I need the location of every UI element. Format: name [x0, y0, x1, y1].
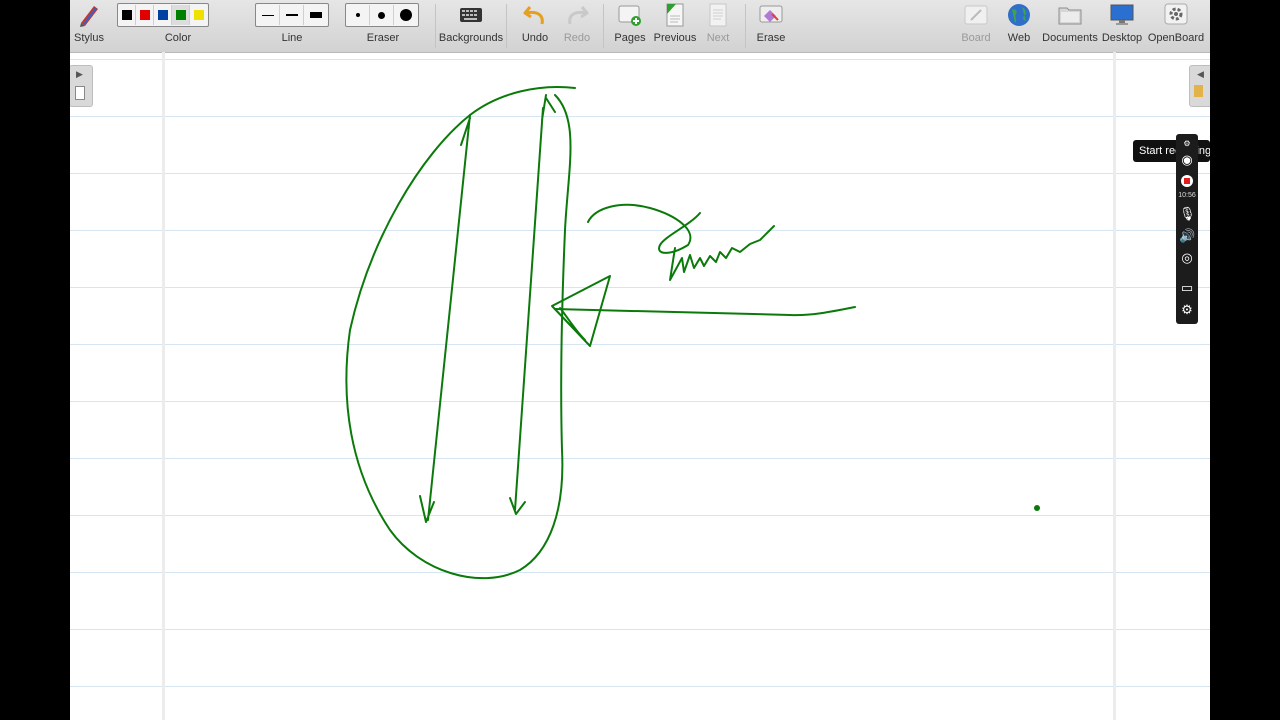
- ink-dot: [1034, 505, 1040, 511]
- camera-icon[interactable]: ◉: [1179, 152, 1195, 168]
- scribble-annotation: [587, 203, 775, 281]
- screen-recorder-bar: ⚙ ⋯ ◉ 10:56 🎙 🔊 ◎ ▭ ⚙: [1176, 134, 1198, 324]
- oval-stroke: [345, 86, 576, 580]
- speaker-icon[interactable]: 🔊: [1179, 228, 1195, 244]
- record-button[interactable]: [1179, 174, 1195, 190]
- screen-select-icon[interactable]: ▭: [1179, 280, 1195, 296]
- recording-timer: 10:56: [1178, 192, 1196, 199]
- left-down-arrow: [419, 114, 471, 523]
- ink-strokes: [345, 86, 1040, 580]
- webcam-icon[interactable]: ◎: [1179, 250, 1195, 266]
- openboard-window: Stylus Color Line Eraser Backgrounds Und…: [70, 0, 1210, 720]
- right-down-arrow: [509, 94, 556, 515]
- more-options-icon[interactable]: ⚙ ⋯: [1179, 136, 1195, 164]
- settings-icon[interactable]: ⚙: [1179, 302, 1195, 318]
- start-recording-tooltip: Start recording: [1133, 140, 1210, 162]
- microphone-icon[interactable]: 🎙: [1179, 206, 1196, 222]
